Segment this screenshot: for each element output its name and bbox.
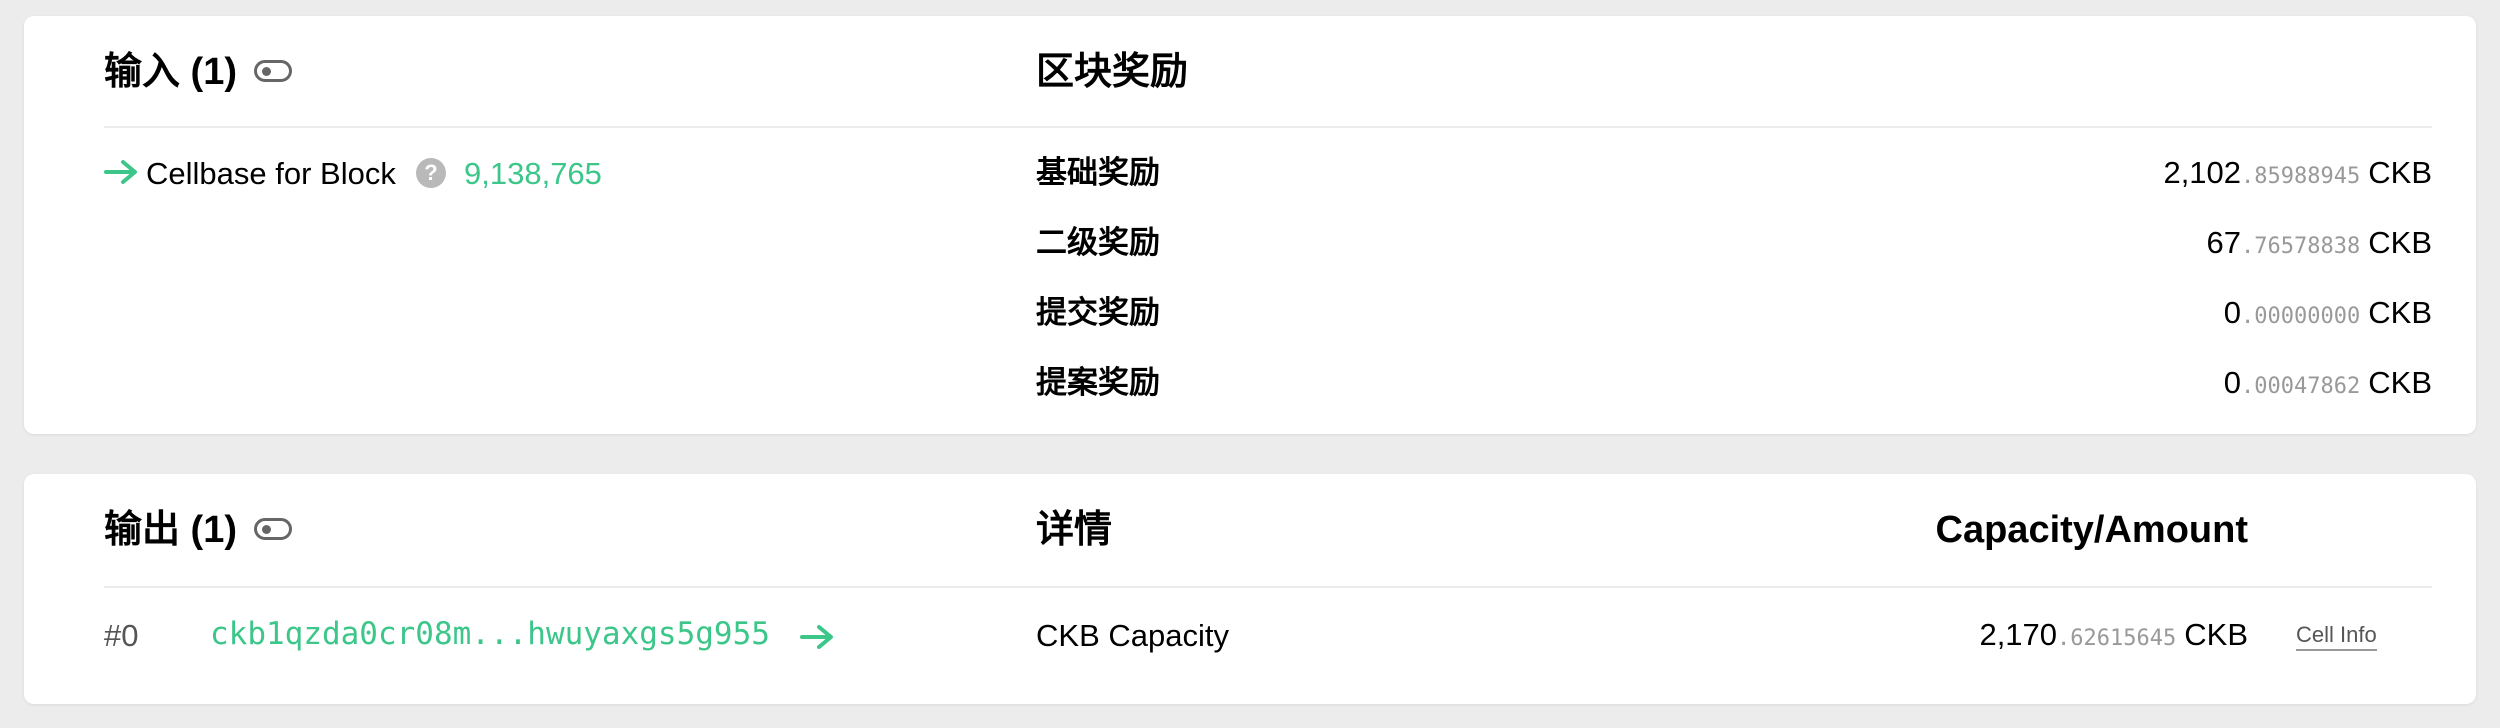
output-card: 输出 (1) 详情 Capacity/Amount #0 ckb1qzda0cr… — [24, 474, 2476, 704]
inputs-title: 输入 (1) — [104, 51, 238, 93]
arrow-right-icon[interactable] — [800, 624, 834, 650]
toggle-icon[interactable] — [254, 518, 292, 540]
outputs-title: 输出 (1) — [104, 509, 238, 551]
reward-amount-proposal: 0.00047862 CKB — [2223, 365, 2432, 400]
reward-amount-base: 2,102.85988945 CKB — [2163, 155, 2432, 190]
input-card: 输入 (1) 区块奖励 Cellbase for Block ? 9,138,7… — [24, 16, 2476, 434]
details-header: 详情 — [1036, 509, 1113, 551]
output-index: #0 — [104, 618, 139, 653]
reward-amount-commit: 0.00000000 CKB — [2223, 295, 2432, 330]
question-circle-icon[interactable]: ? — [416, 158, 446, 188]
block-reward-title: 区块奖励 — [1036, 51, 1189, 93]
reward-label-secondary: 二级奖励 — [1036, 225, 1160, 260]
divider — [104, 586, 2432, 588]
output-amount: 2,170.62615645 CKB — [1979, 617, 2248, 652]
reward-label-proposal: 提案奖励 — [1036, 365, 1160, 400]
capacity-amount-header: Capacity/Amount — [1935, 509, 2248, 551]
cellbase-label: Cellbase for Block — [146, 156, 396, 191]
arrow-right-icon — [104, 159, 138, 185]
reward-amount-secondary: 67.76578838 CKB — [2206, 225, 2432, 260]
block-number-link[interactable]: 9,138,765 — [464, 158, 602, 189]
reward-label-base: 基础奖励 — [1036, 155, 1160, 190]
divider — [104, 126, 2432, 128]
output-detail: CKB Capacity — [1036, 618, 1229, 653]
cell-info-button[interactable]: Cell Info — [2296, 624, 2377, 651]
output-address-link[interactable]: ckb1qzda0cr08m...hwuyaxgs5g955 — [210, 619, 770, 650]
toggle-icon[interactable] — [254, 60, 292, 82]
reward-label-commit: 提交奖励 — [1036, 295, 1160, 330]
